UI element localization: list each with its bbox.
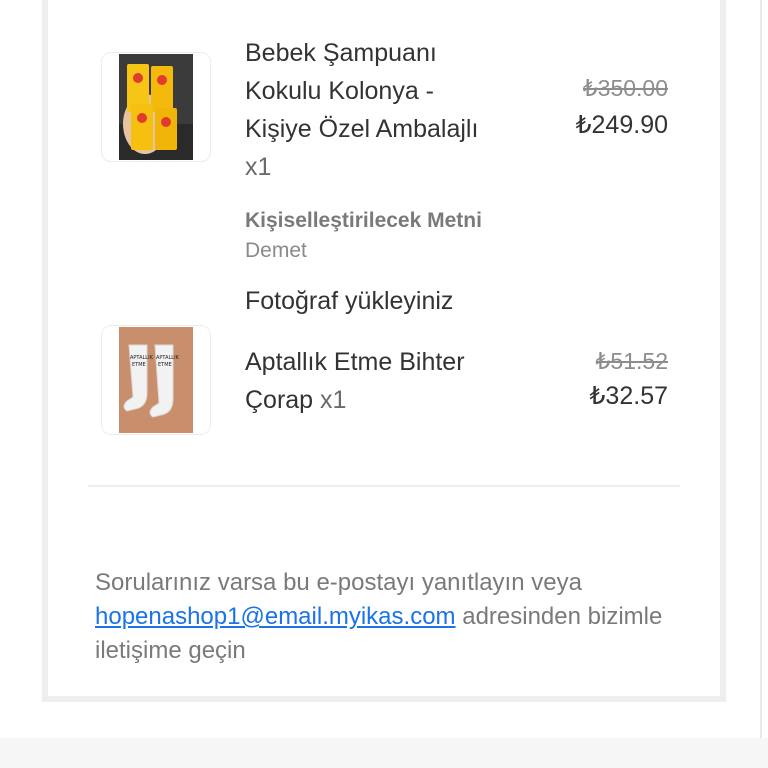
item-2-name-line-1: Aptallık Etme Bihter bbox=[245, 348, 465, 376]
photo-upload-label: Fotoğraf yükleyiniz bbox=[245, 287, 454, 315]
product-photo bbox=[119, 54, 193, 160]
custom-text-value: Demet bbox=[245, 239, 307, 262]
item-1-name-line-1: Bebek Şampuanı bbox=[245, 39, 437, 67]
item-2-quantity: x1 bbox=[320, 386, 347, 414]
item-2-name-line-2-text: Çorap bbox=[245, 386, 314, 414]
item-1-new-price: ₺249.90 bbox=[575, 111, 668, 139]
item-2-name[interactable]: Aptallık Etme Bihter Çorap x1 bbox=[245, 343, 465, 419]
item-2-new-price: ₺32.57 bbox=[589, 382, 668, 410]
footer-text-before: Sorularınız varsa bu e-postayı yanıtlayı… bbox=[95, 569, 582, 596]
scroll-edge bbox=[760, 0, 762, 738]
svg-text:APTALLIK: APTALLIK bbox=[156, 355, 180, 361]
svg-text:ETME: ETME bbox=[158, 362, 172, 368]
item-2-name-line-2: Çorap x1 bbox=[245, 381, 465, 419]
item-1-old-price: ₺350.00 bbox=[583, 75, 668, 101]
item-1-name[interactable]: Bebek Şampuanı Kokulu Kolonya - Kişiye Ö… bbox=[245, 34, 478, 186]
item-1-quantity: x1 bbox=[245, 153, 272, 181]
item-1-name-line-2: Kokulu Kolonya - bbox=[245, 77, 435, 105]
section-divider bbox=[88, 485, 680, 487]
bottom-band bbox=[0, 738, 768, 768]
item-1-name-line-3: Kişiye Özel Ambalajlı bbox=[245, 115, 479, 143]
product-image-shampoo[interactable] bbox=[101, 52, 211, 162]
support-email-link[interactable]: hopenashop1@email.myikas.com bbox=[95, 603, 456, 630]
item-2-old-price: ₺51.52 bbox=[595, 348, 668, 374]
footer-contact-text: Sorularınız varsa bu e-postayı yanıtlayı… bbox=[95, 566, 705, 668]
product-photo-socks: APTALLIK ETME APTALLIK ETME bbox=[119, 327, 193, 433]
custom-text-label: Kişiselleştirilecek Metni bbox=[245, 209, 482, 232]
email-viewport: Bebek Şampuanı Kokulu Kolonya - Kişiye Ö… bbox=[0, 0, 768, 768]
svg-text:ETME: ETME bbox=[132, 362, 146, 368]
svg-text:APTALLIK: APTALLIK bbox=[130, 355, 154, 361]
product-image-socks[interactable]: APTALLIK ETME APTALLIK ETME bbox=[101, 325, 211, 435]
